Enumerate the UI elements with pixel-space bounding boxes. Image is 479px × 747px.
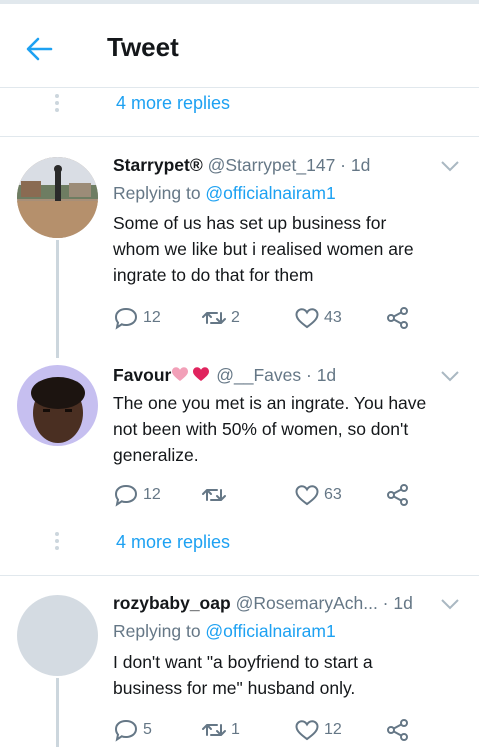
replying-to: Replying to @officialnairam1 xyxy=(113,621,336,642)
divider xyxy=(0,136,479,137)
replying-to-link[interactable]: @officialnairam1 xyxy=(205,183,335,203)
like-button[interactable]: 63 xyxy=(294,481,342,509)
heart-emoji-icon xyxy=(172,367,210,381)
reply-icon xyxy=(114,307,138,330)
author-name[interactable]: Favour xyxy=(113,365,171,385)
retweet-button[interactable]: 2 xyxy=(201,304,240,332)
tweet-actions: 12 2 43 xyxy=(113,304,443,332)
retweet-button[interactable] xyxy=(201,481,231,509)
reply-button[interactable]: 12 xyxy=(113,481,161,509)
avatar-photo xyxy=(17,157,98,238)
thread-dots-icon xyxy=(55,94,59,115)
like-count: 63 xyxy=(324,486,342,503)
share-button[interactable] xyxy=(385,481,411,509)
like-icon xyxy=(295,720,319,741)
tweet-text: The one you met is an ingrate. You have … xyxy=(113,390,463,468)
avatar-photo xyxy=(17,365,98,446)
reply-icon xyxy=(114,484,138,507)
reply-button[interactable]: 12 xyxy=(113,304,161,332)
separator: · xyxy=(335,155,351,175)
reply-count: 12 xyxy=(143,486,161,503)
author-handle[interactable]: @__Faves xyxy=(216,365,301,385)
back-arrow-icon[interactable] xyxy=(24,34,54,64)
retweet-icon xyxy=(202,489,226,501)
share-icon xyxy=(387,719,408,741)
avatar[interactable] xyxy=(17,365,98,446)
tweet-header: rozybaby_oap @RosemaryAch... · 1d xyxy=(113,593,413,614)
retweet-count: 1 xyxy=(231,721,240,738)
retweet-count: 2 xyxy=(231,309,240,326)
tweet-text-line: I don't want "a boyfriend to start a xyxy=(113,652,373,672)
author-name[interactable]: Starrypet® xyxy=(113,155,203,175)
tweet-header: Favour @__Faves · 1d xyxy=(113,365,336,386)
header-divider xyxy=(0,87,479,88)
replying-to: Replying to @officialnairam1 xyxy=(113,183,336,204)
reply-button[interactable]: 5 xyxy=(113,716,152,744)
thread-dots-icon xyxy=(55,532,59,553)
more-replies-link[interactable]: 4 more replies xyxy=(116,93,230,114)
tweet-actions: 5 1 12 xyxy=(113,716,443,744)
like-button[interactable]: 12 xyxy=(294,716,342,744)
reply-icon xyxy=(114,719,138,742)
tweet-header: Starrypet® @Starrypet_147 · 1d xyxy=(113,155,370,176)
thread-connector xyxy=(56,678,59,747)
separator: · xyxy=(301,365,317,385)
chevron-down-icon[interactable] xyxy=(440,369,460,383)
tweet-text-line: not been with 50% of women, so don't xyxy=(113,419,409,439)
thread-connector xyxy=(56,240,59,358)
author-handle[interactable]: @RosemaryAch... xyxy=(236,593,378,613)
header-bar: Tweet xyxy=(0,0,479,90)
share-icon xyxy=(387,484,408,506)
replying-to-link[interactable]: @officialnairam1 xyxy=(205,621,335,641)
reply-count: 5 xyxy=(143,721,152,738)
replying-prefix: Replying to xyxy=(113,183,206,203)
author-name[interactable]: rozybaby_oap xyxy=(113,593,231,613)
reply-count: 12 xyxy=(143,309,161,326)
chevron-down-icon[interactable] xyxy=(440,597,460,611)
like-icon xyxy=(295,485,319,506)
tweet-text-line: ingrate to do that for them xyxy=(113,265,314,285)
tweet-time: 1d xyxy=(393,593,413,613)
more-replies-link[interactable]: 4 more replies xyxy=(116,532,230,553)
tweet-text-line: business for me" husband only. xyxy=(113,678,356,698)
tweet-text-line: whom we like but i realised women are xyxy=(113,239,414,259)
author-handle[interactable]: @Starrypet_147 xyxy=(208,155,336,175)
share-button[interactable] xyxy=(385,304,411,332)
retweet-button[interactable]: 1 xyxy=(201,716,240,744)
share-button[interactable] xyxy=(385,716,411,744)
retweet-icon xyxy=(202,312,226,324)
tweet-text-line: The one you met is an ingrate. You have xyxy=(113,393,427,413)
tweet-text: Some of us has set up business for whom … xyxy=(113,210,463,288)
tweet-text-line: Some of us has set up business for xyxy=(113,213,387,233)
divider xyxy=(0,575,479,576)
like-button[interactable]: 43 xyxy=(294,304,342,332)
page-title: Tweet xyxy=(107,32,179,62)
share-icon xyxy=(387,307,408,329)
tweet-time: 1d xyxy=(316,365,337,385)
like-count: 12 xyxy=(324,721,342,738)
avatar[interactable] xyxy=(17,157,98,238)
replying-prefix: Replying to xyxy=(113,621,206,641)
separator: · xyxy=(377,593,394,613)
tweet-actions: 12 63 xyxy=(113,481,443,509)
tweet-text-line: generalize. xyxy=(113,445,199,465)
like-count: 43 xyxy=(324,309,342,326)
tweet-time: 1d xyxy=(350,155,371,175)
like-icon xyxy=(295,308,319,329)
avatar[interactable] xyxy=(17,595,98,676)
tweet-text: I don't want "a boyfriend to start a bus… xyxy=(113,649,463,701)
retweet-icon xyxy=(202,724,226,736)
chevron-down-icon[interactable] xyxy=(440,159,460,173)
